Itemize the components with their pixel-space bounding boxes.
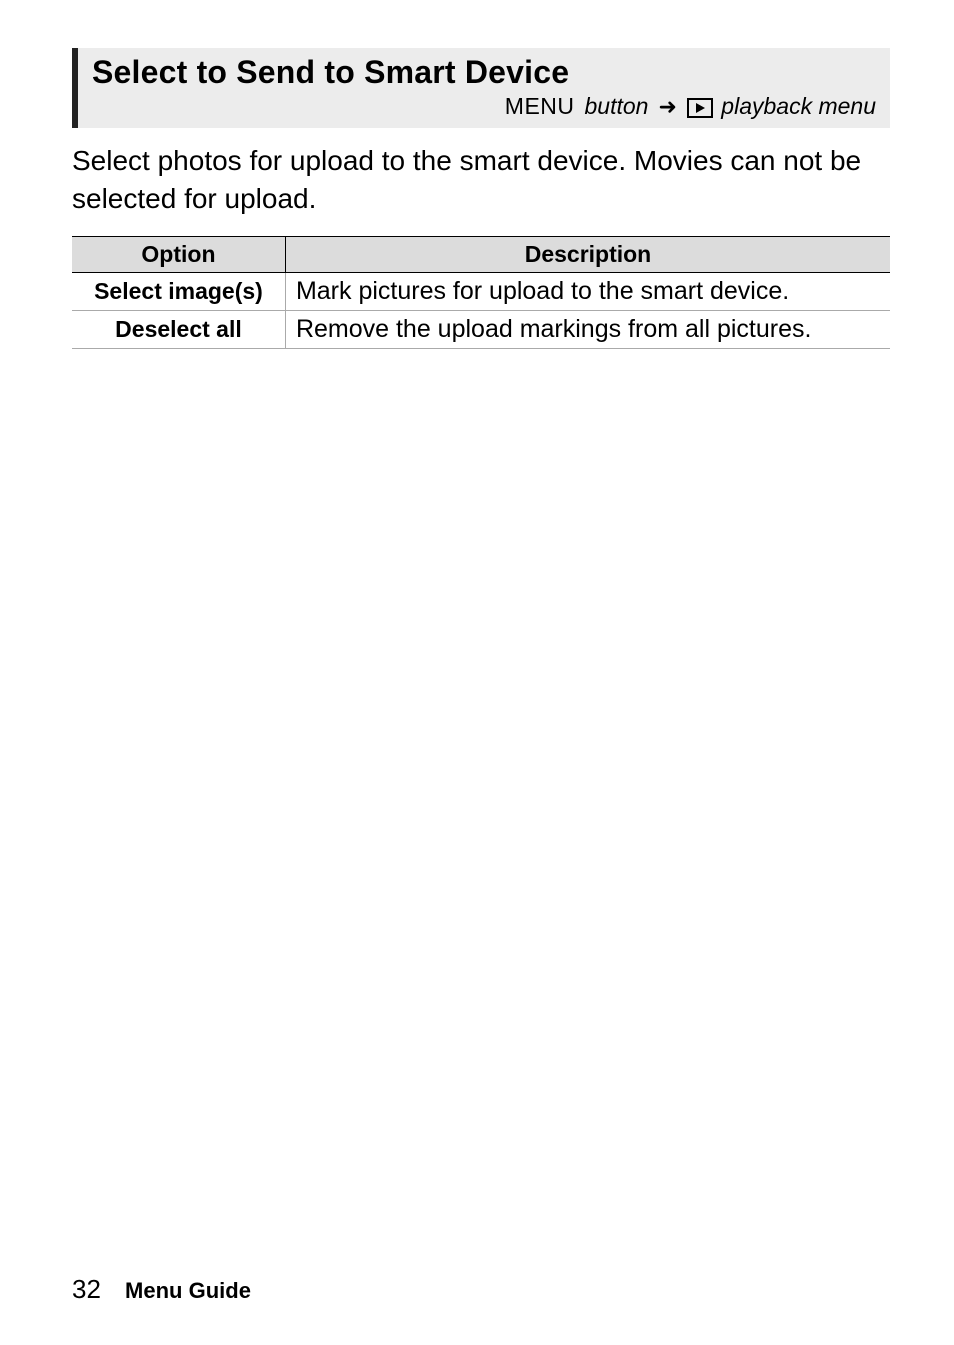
menu-label: MENU — [505, 93, 575, 120]
footer-section: Menu Guide — [125, 1278, 251, 1303]
page-number: 32 — [72, 1274, 101, 1304]
option-cell: Select image(s) — [72, 272, 285, 310]
page-footer: 32 Menu Guide — [72, 1274, 251, 1305]
playback-group: playback menu — [687, 93, 876, 120]
table-header-row: Option Description — [72, 236, 890, 272]
col-description: Description — [285, 236, 890, 272]
section-breadcrumb: MENU button ➜ playback menu — [92, 93, 876, 120]
table-row: Deselect all Remove the upload markings … — [72, 310, 890, 348]
options-table: Option Description Select image(s) Mark … — [72, 236, 890, 349]
arrow-icon: ➜ — [658, 96, 676, 118]
description-cell: Mark pictures for upload to the smart de… — [285, 272, 890, 310]
description-cell: Remove the upload markings from all pict… — [285, 310, 890, 348]
playback-icon — [687, 98, 713, 118]
button-word: button — [585, 93, 649, 120]
section-title: Select to Send to Smart Device — [92, 54, 876, 91]
table-row: Select image(s) Mark pictures for upload… — [72, 272, 890, 310]
col-option: Option — [72, 236, 285, 272]
option-cell: Deselect all — [72, 310, 285, 348]
playback-menu-label: playback menu — [721, 93, 876, 119]
section-body: Select photos for upload to the smart de… — [72, 142, 890, 218]
section-heading: Select to Send to Smart Device MENU butt… — [72, 48, 890, 128]
